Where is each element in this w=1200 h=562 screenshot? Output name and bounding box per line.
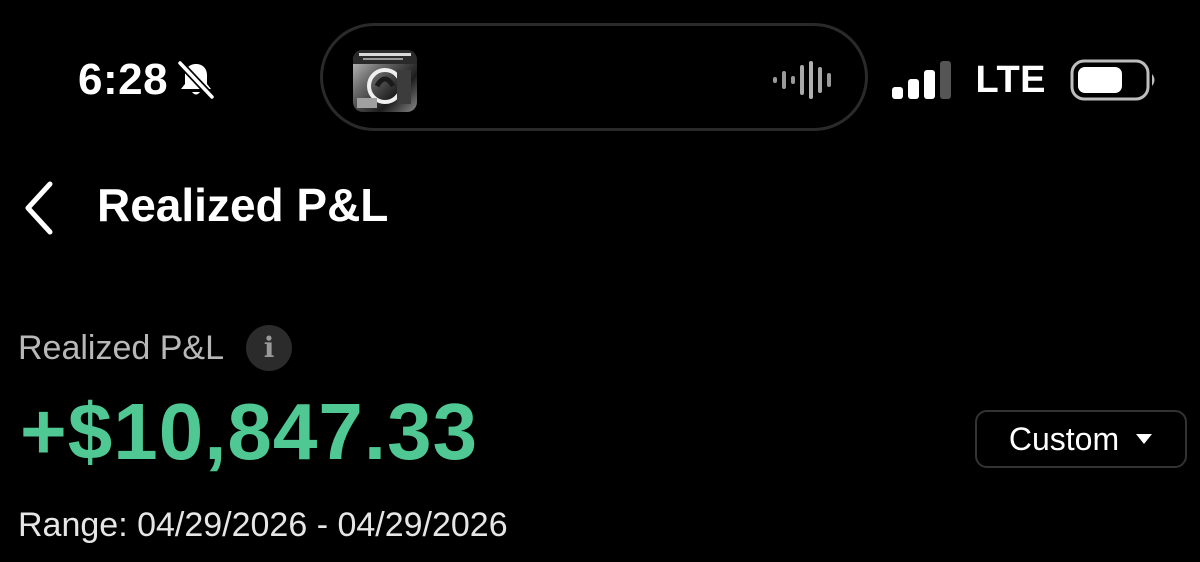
chevron-left-icon bbox=[25, 181, 53, 235]
status-time: 6:28 bbox=[78, 55, 169, 104]
date-range: Range: 04/29/2026 - 04/29/2026 bbox=[18, 506, 508, 544]
info-icon: i bbox=[263, 331, 275, 364]
album-art-graphic bbox=[353, 50, 417, 108]
status-time-group: 6:28 bbox=[78, 52, 218, 108]
signal-icon bbox=[891, 61, 951, 99]
pnl-label: Realized P&L bbox=[18, 328, 225, 367]
info-button[interactable]: i bbox=[246, 325, 293, 371]
caret-down-icon bbox=[1136, 434, 1153, 444]
dynamic-island[interactable] bbox=[320, 23, 868, 131]
battery-icon bbox=[1070, 59, 1155, 101]
nav-bar: Realized P&L bbox=[0, 170, 1200, 240]
page-title: Realized P&L bbox=[97, 179, 389, 231]
back-button[interactable] bbox=[14, 178, 64, 238]
pnl-amount: +$10,847.33 bbox=[20, 387, 479, 476]
waveform-icon bbox=[773, 61, 831, 99]
status-right: LTE bbox=[891, 56, 1160, 104]
screen: 6:28 LTE Realized P&L Realized P&L i +$1… bbox=[0, 0, 1200, 562]
period-dropdown[interactable]: Custom bbox=[975, 410, 1187, 468]
album-art[interactable] bbox=[353, 50, 417, 112]
pnl-label-row: Realized P&L i bbox=[18, 322, 293, 374]
period-label: Custom bbox=[1008, 420, 1120, 457]
network-type: LTE bbox=[975, 58, 1046, 101]
bell-slash-icon bbox=[177, 60, 215, 100]
